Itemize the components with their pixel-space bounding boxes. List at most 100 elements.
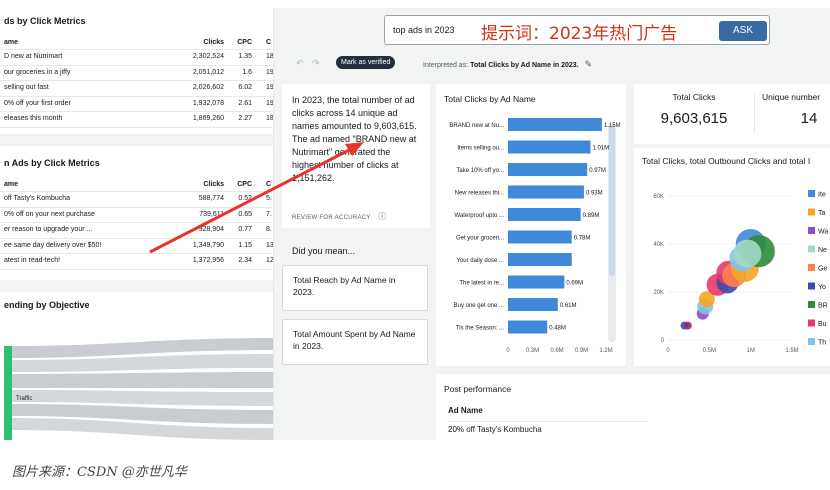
- column-header[interactable]: C: [266, 39, 271, 46]
- table-cell: D new at Nutrimart: [4, 53, 63, 60]
- table-cell: 1.6: [242, 68, 252, 76]
- bar[interactable]: [508, 140, 591, 154]
- sankey-flow: [10, 372, 273, 388]
- table-row[interactable]: er reason to upgrade your ... 928,904 0.77…: [0, 223, 273, 239]
- edit-icon[interactable]: ✎: [585, 59, 593, 69]
- column-header[interactable]: C: [266, 181, 271, 188]
- kpi-card: Total Clicks 9,603,615 Unique number 14: [634, 84, 830, 144]
- scatter-point[interactable]: [733, 239, 762, 268]
- column-header[interactable]: ame: [4, 181, 18, 188]
- table-row[interactable]: off Tasty's Kombucha 588,774 0.52 5.: [0, 192, 273, 208]
- undo-icon[interactable]: ↶: [296, 58, 304, 69]
- scatter-point[interactable]: [683, 321, 692, 330]
- table-row[interactable]: our groceries in a jiffy 2,051,012 1.6 19.: [0, 66, 274, 81]
- review-row[interactable]: REVIEW FOR ACCURACY ⓘ: [292, 206, 386, 224]
- bar[interactable]: [508, 185, 584, 199]
- bar[interactable]: [508, 208, 581, 221]
- bar-data-label: 0.97M: [589, 168, 606, 174]
- bar[interactable]: [508, 163, 588, 176]
- prompt-overlay-label: 提示词：2023年热门广告: [481, 24, 678, 44]
- review-for-accuracy-link[interactable]: REVIEW FOR ACCURACY: [292, 215, 371, 221]
- table-cell: 1.15: [238, 241, 252, 249]
- column-header[interactable]: CPC: [228, 39, 252, 46]
- bar-data-label: 0.69M: [566, 281, 583, 287]
- bar-category-label: New releases thi...: [455, 191, 505, 197]
- table-cell: er reason to upgrade your ...: [4, 226, 93, 233]
- table-row[interactable]: D new at Nutrimart 2,302,524 1.35 18.: [0, 50, 273, 66]
- redo-icon[interactable]: ↷: [312, 58, 320, 69]
- bar[interactable]: [508, 320, 548, 334]
- x-tick-label: 0.6M: [550, 348, 563, 354]
- ask-button[interactable]: ASK: [719, 21, 767, 41]
- legend-swatch[interactable]: [808, 264, 815, 271]
- search-input[interactable]: top ads in 2023: [393, 25, 455, 35]
- table-header: ame Clicks CPC C: [0, 178, 273, 192]
- column-header[interactable]: Clicks: [160, 181, 224, 188]
- table1-title: ds by Click Metrics: [4, 16, 86, 26]
- ad-name-column-header[interactable]: Ad Name: [448, 406, 483, 415]
- did-you-mean-label: Did you mean...: [292, 246, 356, 256]
- legend-label[interactable]: Ta: [818, 210, 826, 217]
- table-row[interactable]: selling out fast 2,026,602 6.02 19.: [0, 81, 273, 97]
- legend-label[interactable]: Wa: [818, 229, 828, 236]
- bar-data-label: 0.93M: [586, 191, 603, 197]
- y-tick-label: 40K: [653, 242, 664, 248]
- table-cell: 588,774: [198, 195, 224, 202]
- table-row[interactable]: 0% off on your next purchase 739,611 0.65 7…: [0, 208, 273, 223]
- legend-swatch[interactable]: [808, 301, 815, 308]
- bar-data-label: 1.15M: [604, 123, 621, 129]
- legend-swatch[interactable]: [808, 227, 815, 234]
- mark-as-verified-button[interactable]: Mark as verified: [336, 56, 396, 69]
- suggestion-amount-spent[interactable]: Total Amount Spent by Ad Name in 2023.: [282, 319, 428, 365]
- section-divider: [0, 280, 273, 292]
- legend-swatch[interactable]: [808, 282, 815, 290]
- legend-label[interactable]: Ne: [818, 247, 827, 254]
- table-cell: our groceries in a jiffy: [4, 68, 71, 76]
- legend-label[interactable]: Ite: [818, 192, 826, 199]
- table-row[interactable]: atest in read-tech! 1,372,956 2.34 12.: [0, 254, 274, 270]
- kpi-divider: [754, 94, 755, 134]
- legend-swatch[interactable]: [808, 245, 815, 253]
- sankey-flow: [10, 390, 273, 406]
- left-dashboard-panel: ds by Click Metrics ame Clicks CPC C D new a…: [0, 8, 274, 440]
- table-cell: 12.: [266, 257, 274, 264]
- scrollbar-thumb[interactable]: [609, 126, 615, 276]
- table-cell: 19.: [266, 99, 274, 107]
- table-cell: 6.02: [238, 84, 252, 91]
- bar[interactable]: [508, 275, 565, 289]
- kpi-unique-label: Unique number: [762, 92, 821, 102]
- legend-swatch[interactable]: [808, 319, 815, 327]
- section-divider: [0, 134, 273, 146]
- scatter-chart-card: Total Clicks, total Outbound Clicks and …: [634, 148, 830, 366]
- legend-label[interactable]: Th: [818, 340, 826, 347]
- table-row[interactable]: eleases this month 1,869,260 2.27 18.: [0, 112, 273, 128]
- legend-swatch[interactable]: [808, 338, 815, 345]
- search-box[interactable]: top ads in 2023 提示词：2023年热门广告 ASK: [384, 15, 770, 45]
- sankey-node: [4, 346, 12, 440]
- table-row[interactable]: 0% off your first order 1,932,078 2.61 19.: [0, 97, 274, 112]
- legend-label[interactable]: BR: [818, 303, 828, 310]
- image-caption: 图片来源：CSDN @亦世凡华: [12, 465, 187, 480]
- table-cell: 2,026,602: [192, 84, 224, 91]
- bar[interactable]: [508, 118, 602, 131]
- column-header[interactable]: ame: [4, 39, 18, 46]
- table-cell: 0.77: [238, 226, 252, 233]
- legend-label[interactable]: Yo: [818, 284, 826, 291]
- legend-swatch[interactable]: [808, 190, 815, 197]
- bar[interactable]: [508, 230, 572, 244]
- column-header[interactable]: CPC: [228, 181, 252, 188]
- info-icon[interactable]: ⓘ: [378, 212, 386, 221]
- bar-data-label: 0.61M: [560, 303, 577, 309]
- column-header[interactable]: Clicks: [160, 39, 224, 46]
- table-cell: ee same day delivery over $50!: [4, 241, 102, 249]
- legend-label[interactable]: Ge: [818, 266, 827, 273]
- table-row[interactable]: ee same day delivery over $50! 1,349,790 1…: [0, 239, 273, 254]
- table-cell: 19.: [266, 68, 274, 76]
- divider: [448, 421, 648, 422]
- bar[interactable]: [508, 298, 558, 311]
- legend-label[interactable]: Bu: [818, 321, 827, 328]
- suggestion-reach[interactable]: Total Reach by Ad Name in 2023.: [282, 265, 428, 311]
- legend-swatch[interactable]: [808, 208, 815, 216]
- bar[interactable]: [508, 253, 572, 266]
- bar-category-label: The latest in re...: [459, 281, 504, 287]
